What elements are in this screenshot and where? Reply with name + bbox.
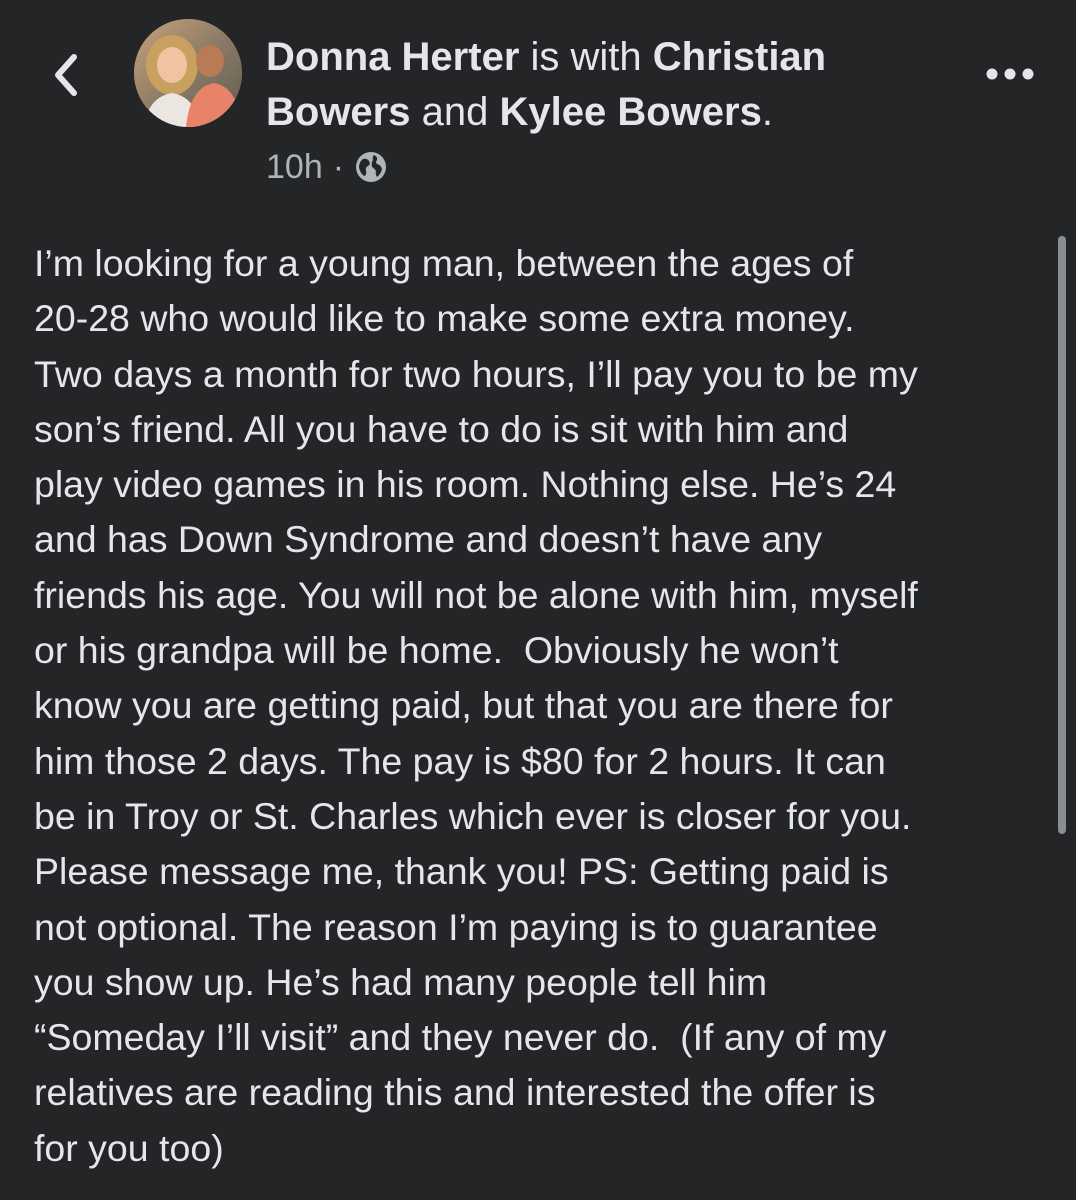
post-text-line: relatives are reading this and intereste… [34, 1071, 876, 1114]
post-text: I’m looking for a young man, between the… [34, 236, 1049, 1176]
post-text-line: play video games in his room. Nothing el… [34, 463, 897, 506]
post-text-line: “Someday I’ll visit” and they never do. … [34, 1016, 887, 1059]
scrollbar[interactable] [1058, 236, 1066, 834]
post-text-line: 20-28 who would like to make some extra … [34, 297, 855, 340]
tagged-person-1-surname[interactable]: Bowers [266, 90, 411, 134]
and-text: and [410, 90, 500, 134]
post-text-line: or his grandpa will be home. Obviously h… [34, 629, 839, 672]
end-punctuation: . [761, 90, 773, 134]
back-button[interactable] [40, 50, 90, 100]
more-options-button[interactable] [982, 54, 1038, 94]
post-text-line: Please message me, thank you! PS: Gettin… [34, 850, 889, 893]
post-text-line: be in Troy or St. Charles which ever is … [34, 794, 912, 837]
post-text-line: not optional. The reason I’m paying is t… [34, 905, 878, 948]
post-text-line: I’m looking for a young man, between the… [34, 242, 854, 284]
with-text: is with [519, 35, 653, 79]
post-text-line: you show up. He’s had many people tell h… [34, 960, 768, 1003]
tagged-person-1[interactable]: Christian [653, 35, 826, 79]
post-meta: 10h · [266, 143, 388, 191]
separator-dot: · [332, 147, 345, 186]
post-text-line: Two days a month for two hours, I’ll pay… [34, 352, 918, 395]
more-horizontal-icon [986, 68, 1034, 80]
timestamp[interactable]: 10h [266, 148, 323, 187]
post-text-line: and has Down Syndrome and doesn’t have a… [34, 518, 823, 561]
post-text-line: him those 2 days. The pay is $80 for 2 h… [34, 739, 886, 782]
tagged-person-2[interactable]: Kylee Bowers [499, 90, 761, 134]
post-text-line: know you are getting paid, but that you … [34, 684, 893, 727]
globe-icon[interactable] [354, 150, 388, 184]
post-text-line: son’s friend. All you have to do is sit … [34, 407, 849, 450]
post-text-line: for you too) [34, 1126, 224, 1169]
chevron-left-icon [55, 54, 77, 96]
post-text-line: friends his age. You will not be alone w… [34, 573, 918, 616]
author-name[interactable]: Donna Herter [266, 35, 519, 79]
avatar[interactable] [134, 19, 242, 127]
post-header: Donna Herter is with Christian Bowers and… [266, 30, 926, 140]
